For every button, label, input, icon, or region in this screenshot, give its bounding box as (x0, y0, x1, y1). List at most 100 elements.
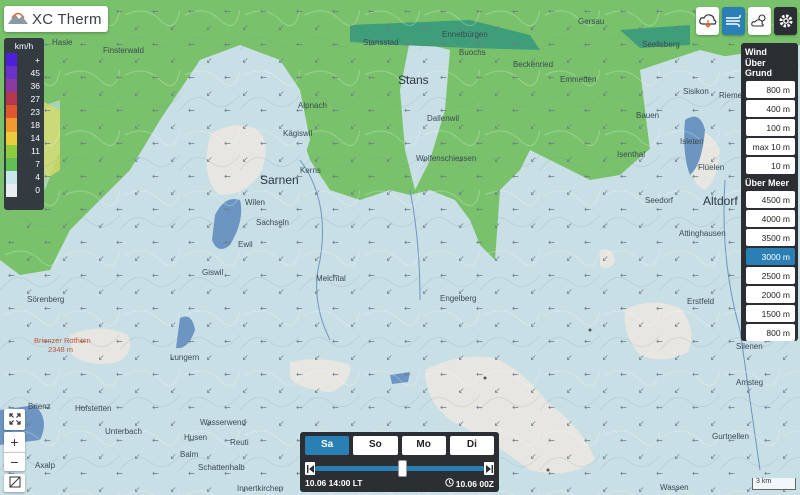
place-label: Gurtnellen (712, 432, 749, 441)
level-button[interactable]: 4000 m (746, 210, 795, 227)
clock-icon (445, 478, 454, 489)
place-label: Flüelen (698, 163, 725, 172)
place-label: Bauen (636, 111, 660, 120)
place-label: Beckenried (513, 60, 554, 69)
legend-row: 7 (6, 157, 42, 171)
place-label: Sarnen (260, 173, 299, 187)
slash-icon (9, 475, 21, 491)
level-button[interactable]: 800 m (746, 81, 795, 98)
layer-toggle-button[interactable] (4, 474, 25, 492)
level-button[interactable]: 100 m (746, 119, 795, 136)
sun-cloud-icon[interactable] (748, 7, 771, 35)
place-label: Engelberg (440, 294, 477, 303)
model-run-time: 10.06 00Z (455, 478, 494, 489)
place-label: Hasle (52, 38, 73, 47)
legend-label: 4 (35, 172, 40, 183)
legend-swatch (6, 105, 17, 119)
level-button[interactable]: 2000 m (746, 286, 795, 303)
scale-label: 3 km (756, 478, 772, 485)
wind-icon[interactable] (722, 7, 745, 35)
day-tab-saturday[interactable]: Sa (305, 436, 350, 455)
level-button[interactable]: 800 m (746, 324, 795, 341)
legend-label: 0 (35, 185, 40, 196)
legend-unit: km/h (14, 41, 34, 51)
zoom-in-button[interactable]: + (4, 432, 25, 452)
legend-row: 0 (6, 183, 42, 198)
place-label: Alpnach (298, 101, 327, 110)
fullscreen-button[interactable] (4, 409, 25, 430)
place-label: Stansstad (363, 38, 399, 47)
legend-row: 45 (6, 66, 42, 80)
minus-icon: − (10, 454, 19, 470)
place-label: Kägiswil (283, 129, 313, 138)
legend-label: 45 (30, 67, 40, 78)
altitude-selector: Wind Über Grund 800 m 400 m 100 m max 10… (741, 43, 798, 341)
level-button[interactable]: 3000 m (746, 248, 795, 265)
level-button[interactable]: max 10 m (746, 138, 795, 155)
place-label: Silenen (736, 342, 763, 351)
level-button[interactable]: 10 m (746, 157, 795, 174)
scale-bar: 3 km (752, 478, 796, 490)
place-label: Kerns (300, 166, 321, 175)
place-label: Erstfeld (687, 297, 715, 306)
app-title: XC Therm (32, 10, 102, 28)
above-sea-header: Über Meer (745, 178, 790, 188)
expand-icon (8, 412, 21, 428)
gear-icon[interactable] (774, 7, 797, 35)
legend-swatch (6, 79, 17, 93)
legend-label: 11 (31, 146, 40, 157)
legend-swatch (6, 157, 17, 171)
place-label: Ennetbürgen (442, 30, 488, 39)
legend-label: 7 (35, 159, 40, 170)
skip-forward-icon (485, 464, 493, 473)
cloud-download-icon[interactable] (696, 7, 719, 35)
zoom-out-button[interactable]: − (4, 452, 25, 471)
place-label: Axalp (35, 461, 56, 470)
place-label: Wolfenschiessen (416, 154, 477, 163)
place-label: Lungern (170, 353, 200, 362)
legend-row: 14 (6, 131, 42, 145)
place-label: Wassen (660, 483, 689, 492)
legend-swatch (6, 170, 17, 184)
place-label: Emmetten (560, 75, 597, 84)
place-label: Ewil (238, 240, 253, 249)
day-tab-monday[interactable]: Mo (401, 436, 446, 455)
legend-row: 11 (6, 144, 42, 158)
place-label: Sisikon (683, 87, 709, 96)
place-label: Sörenberg (27, 295, 65, 304)
skip-start-button[interactable] (305, 462, 315, 475)
level-button[interactable]: 400 m (746, 100, 795, 117)
level-button[interactable]: 2500 m (746, 267, 795, 284)
level-button[interactable]: 3500 m (746, 229, 795, 246)
peak-elevation: 2348 m (48, 345, 74, 354)
place-label: Buochs (459, 48, 486, 57)
legend-row: + (6, 53, 42, 67)
legend-row: 4 (6, 170, 42, 184)
place-label: Melchtal (316, 274, 346, 283)
place-label: Unterbach (105, 427, 142, 436)
skip-end-button[interactable] (484, 462, 494, 475)
day-tab-tuesday[interactable]: Di (449, 436, 494, 455)
place-label: Brienz (28, 402, 51, 411)
above-ground-header: Über Grund (745, 58, 772, 78)
place-label: Attinghausen (679, 229, 726, 238)
legend-label: 36 (30, 80, 40, 91)
place-label: Husen (184, 433, 208, 442)
day-tab-sunday[interactable]: So (353, 436, 398, 455)
app-logo[interactable]: XC Therm (4, 6, 108, 32)
level-button[interactable]: 1500 m (746, 305, 795, 322)
place-label: Amsteg (736, 378, 764, 387)
plus-icon: + (10, 434, 19, 450)
skip-back-icon (306, 464, 314, 473)
place-label: Schattenhalb (198, 463, 245, 472)
legend-label: 18 (30, 120, 40, 131)
local-time: 10.06 14:00 LT (305, 478, 363, 488)
place-label: Balm (180, 450, 199, 459)
slider-thumb[interactable] (398, 460, 408, 477)
place-label: Dallenwil (427, 114, 460, 123)
level-button[interactable]: 4500 m (746, 191, 795, 208)
legend-label: 14 (30, 133, 40, 144)
time-slider[interactable] (305, 459, 494, 477)
peak-label: Brienzer Rothorn (34, 336, 91, 345)
place-label: Wilen (245, 198, 266, 207)
